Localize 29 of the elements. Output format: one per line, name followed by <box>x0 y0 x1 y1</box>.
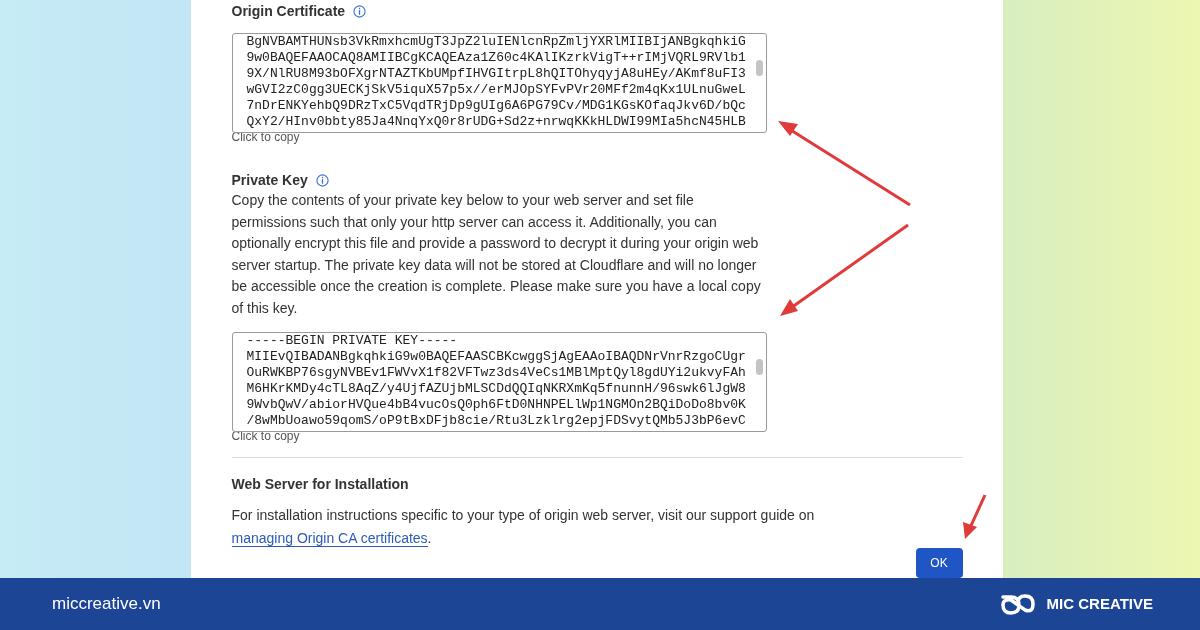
scrollbar-thumb[interactable] <box>755 60 763 76</box>
key-text-line: BgNVBAMTHUNsb3VkRmxhcmUgT3JpZ2luIENlcnRpZmljYXRlMIIBIjANBgkqhkiG <box>246 34 746 50</box>
website-text: miccreative.vn <box>52 593 161 616</box>
key-text-line: OuRWKBP76sgyNVBEv1FWVvX1f82VFTwz3ds4VeCs1MBlMptQyl8gdUYi2ukvyFAh <box>246 365 746 381</box>
info-icon <box>353 4 367 18</box>
key-text-line: 9WvbQwV/abiorHVQue4bB4vucOsQ0ph6FtD0NHNPELlWp1NGMOn2BQiDoDo8bv0K <box>246 397 746 413</box>
key-text-line: QxY2/HInv0bbty85Ja4NnqYxQ0r8rUDG+Sd2z+nrwqKKkHLDWI99MIa5hcN45HLB <box>246 114 746 130</box>
key-text-line: /8wMbUoawo59qomS/oP9tBxDFjb8cie/Rtu3Lzklrg2epjFDSvytQMb5J3bP6evC <box>246 413 746 429</box>
scrollbar-thumb[interactable] <box>755 359 763 375</box>
key-text-line: 7nDrENKYehbQ9DRzTxC5VqdTRjDp9gUIg6A6PG79Cv/MDG1KGsKOfaqJkv6D/bQc <box>246 98 746 114</box>
section-title: Web Server for Installation <box>231 475 409 494</box>
section-title: Private Key <box>231 170 308 190</box>
key-text-field[interactable] <box>231 33 767 133</box>
infinity-logo-icon <box>998 591 1037 617</box>
brand-name: MIC CREATIVE <box>1046 593 1153 614</box>
arrow-drawing <box>962 492 988 542</box>
guide-link[interactable]: managing Origin CA certificates <box>231 530 428 547</box>
key-text-line: -----BEGIN PRIVATE KEY----- <box>246 333 458 349</box>
install-text: For installation instructions specific to your type of origin web server, visit our support guide on managing Origin CA certificates. <box>231 506 816 549</box>
section-title: Origin Certificate <box>231 1 346 21</box>
key-text-line: 9w0BAQEFAAOCAQ8AMIIBCgKCAQEAza1Z60c4KAlIKzrkVigT++rIMjVQRL9RVlb1 <box>246 50 746 66</box>
key-text-field[interactable] <box>231 332 767 432</box>
key-text-line: M6HKrKMDy4cTL8AqZ/y4UjfAZUjbMLSCDdQQIqNKRXmKq5fnunnH/96swk6lJgW8 <box>246 381 746 397</box>
ok-button[interactable]: OK <box>915 548 963 578</box>
description-text: Copy the contents of your private key below to your web server and set file permissions such that only your http server can access it. Additionally, you can optionally encrypt this file and provide a password to decrypt it during your origin web server startup. The private key data will not be stored at Cloudflare and will no longer be accessible once the creation is complete. Please make sure you have a local copy of this key. <box>231 191 762 318</box>
key-text-line: 9X/NlRU8M93bOFXgrNTAZTKbUMpfIHVGItrpL8hQITOhyqyjA8uHEy/AKmf8uFI3 <box>246 66 746 82</box>
key-text-line: wGVI2zC0gg3UECKjSkV5iquX57p5x//erMJOpSYFvPVr20MFf2m4qKx1ULnuGweL <box>246 82 746 98</box>
info-icon <box>315 173 329 187</box>
key-text-line: MIIEvQIBADANBgkqhkiG9w0BAQEFAASCBKcwggSjAgEAAoIBAQDNrVnrRzgoCUgr <box>246 349 746 365</box>
